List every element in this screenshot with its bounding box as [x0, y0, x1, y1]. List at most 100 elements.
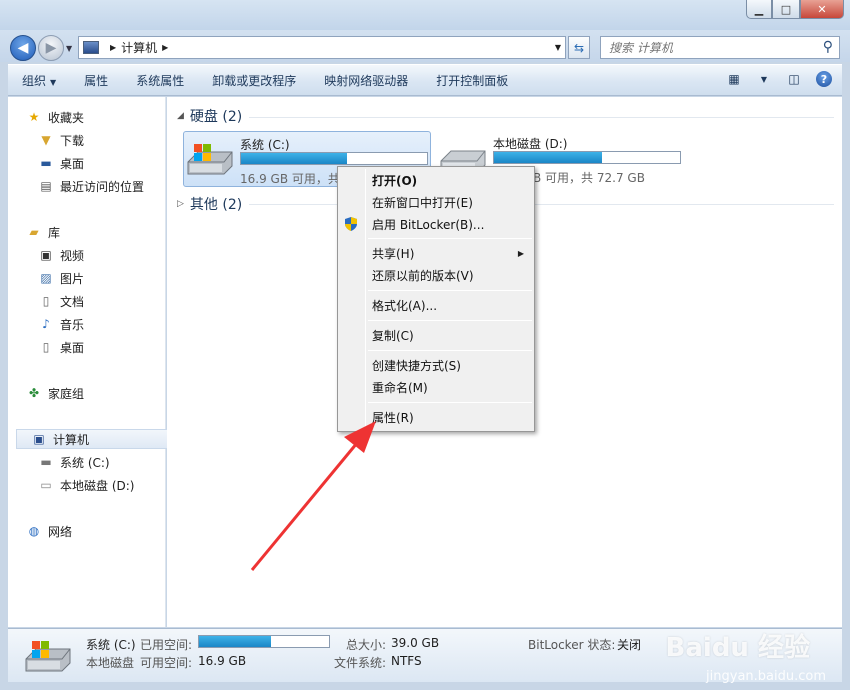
sidebar-item-music[interactable]: ♪ 音乐	[38, 314, 84, 334]
title-bar: ▁ □ ✕	[0, 0, 850, 30]
sidebar-item-network[interactable]: ◍ 网络	[26, 521, 72, 541]
music-icon: ♪	[42, 317, 50, 331]
menu-item-open-new-window[interactable]: 在新窗口中打开(E)	[372, 194, 473, 211]
sidebar-item-desktop[interactable]: ▬ 桌面	[38, 153, 84, 173]
drive-usage-bar	[240, 152, 428, 165]
back-button[interactable]: ◀	[10, 35, 36, 61]
system-drive-icon	[184, 132, 236, 184]
detail-bitlocker-label: BitLocker 状态:	[528, 638, 616, 652]
menu-separator	[368, 290, 532, 291]
menu-item-restore-versions[interactable]: 还原以前的版本(V)	[372, 267, 474, 284]
shield-icon	[345, 217, 357, 231]
group-header-hard-disks[interactable]: ◢ 硬盘 (2)	[177, 106, 242, 126]
sidebar-item-documents[interactable]: ▯ 文档	[38, 291, 84, 311]
detail-drive-type: 本地磁盘	[86, 656, 135, 670]
arrow-right-icon: ▶	[45, 40, 57, 56]
desktop-icon: ▬	[40, 156, 52, 170]
address-history-dropdown[interactable]: ▼	[555, 43, 561, 52]
sidebar-item-computer[interactable]: ▣ 计算机	[16, 429, 172, 449]
recent-places-icon: ▤	[40, 179, 52, 193]
arrow-left-icon: ◀	[17, 40, 29, 56]
detail-free-value: 16.9 GB	[198, 654, 247, 668]
menu-item-create-shortcut[interactable]: 创建快捷方式(S)	[372, 357, 461, 374]
window-controls: ▁ □ ✕	[746, 0, 844, 19]
minimize-button[interactable]: ▁	[746, 0, 772, 19]
sidebar-item-downloads[interactable]: ▼ 下载	[38, 130, 84, 150]
system-properties-button[interactable]: 系统属性	[122, 72, 198, 89]
map-drive-button[interactable]: 映射网络驱动器	[310, 72, 422, 89]
drive-usage-bar	[493, 151, 681, 164]
menu-separator	[368, 402, 532, 403]
picture-icon: ▨	[40, 271, 52, 285]
address-bar[interactable]: ▶ 计算机 ▶ ▼	[78, 36, 566, 59]
menu-separator	[368, 320, 532, 321]
menu-item-copy[interactable]: 复制(C)	[372, 327, 414, 344]
forward-button[interactable]: ▶	[38, 35, 64, 61]
computer-icon: ▣	[33, 432, 45, 446]
refresh-button[interactable]: ⇆	[568, 36, 590, 59]
context-menu: 打开(O) 在新窗口中打开(E) 启用 BitLocker(B)... 共享(H…	[337, 166, 535, 432]
menu-item-bitlocker[interactable]: 启用 BitLocker(B)...	[372, 216, 484, 233]
menu-separator	[368, 350, 532, 351]
maximize-button[interactable]: □	[772, 0, 800, 19]
sidebar-item-videos[interactable]: ▣ 视频	[38, 245, 84, 265]
sidebar-item-pictures[interactable]: ▨ 图片	[38, 268, 84, 288]
sidebar-item-favorites[interactable]: ★ 收藏夹	[26, 107, 84, 127]
search-input[interactable]	[609, 40, 809, 55]
group-header-other[interactable]: ▷ 其他 (2)	[177, 194, 242, 214]
chevron-right-icon[interactable]: ▶	[110, 43, 116, 52]
uninstall-button[interactable]: 卸载或更改程序	[198, 72, 310, 89]
navigation-pane: ★ 收藏夹 ▼ 下载 ▬ 桌面 ▤ 最近访问的位置 ▰ 库 ▣ 视频 ▨ 图片 ▯ 文档 ♪ 音乐…	[8, 97, 172, 627]
recent-pages-dropdown[interactable]: ▼	[66, 44, 72, 53]
menu-item-open[interactable]: 打开(O)	[372, 172, 417, 189]
group-divider	[249, 117, 834, 118]
close-button[interactable]: ✕	[800, 0, 844, 19]
view-options-icon[interactable]: ▦	[726, 71, 742, 87]
sidebar-item-drive-c[interactable]: ▬ 系统 (C:)	[38, 452, 109, 472]
search-icon[interactable]: ⚲	[823, 39, 833, 55]
drive-usage-fill	[494, 152, 602, 163]
detail-total-value: 39.0 GB	[391, 636, 440, 650]
hard-drive-icon: ▭	[40, 478, 52, 492]
document-icon: ▯	[42, 294, 50, 308]
chevron-right-icon[interactable]: ▶	[162, 43, 168, 52]
sidebar-item-lib-desktop[interactable]: ▯ 桌面	[38, 337, 84, 357]
breadcrumb-computer[interactable]: 计算机	[121, 39, 157, 56]
menu-item-format[interactable]: 格式化(A)...	[372, 297, 437, 314]
properties-button[interactable]: 属性	[70, 72, 122, 89]
downloads-folder-icon: ▼	[41, 133, 51, 147]
menu-item-rename[interactable]: 重命名(M)	[372, 379, 428, 396]
view-dropdown[interactable]: ▼	[756, 71, 772, 87]
drive-name: 本地磁盘 (D:)	[493, 137, 568, 151]
system-drive-icon: ▬	[40, 455, 52, 469]
sidebar-item-drive-d[interactable]: ▭ 本地磁盘 (D:)	[38, 475, 134, 495]
detail-bitlocker-value: 关闭	[617, 638, 642, 652]
detail-free-label: 可用空间:	[140, 656, 193, 670]
organize-menu[interactable]: 组织 ▼	[8, 72, 70, 89]
sidebar-item-recent[interactable]: ▤ 最近访问的位置	[38, 176, 144, 196]
drive-usage-fill	[241, 153, 348, 164]
control-panel-button[interactable]: 打开控制面板	[422, 72, 522, 89]
sidebar-item-libraries[interactable]: ▰ 库	[26, 222, 60, 242]
watermark-logo: Baidu 经验	[665, 633, 810, 663]
command-bar: 组织 ▼ 属性 系统属性 卸载或更改程序 映射网络驱动器 打开控制面板 ▦ ▼ ◫…	[8, 64, 842, 96]
computer-icon	[83, 41, 99, 54]
preview-pane-icon[interactable]: ◫	[786, 71, 802, 87]
expand-icon: ▷	[177, 199, 184, 209]
address-row: ◀ ▶ ▼ ▶ 计算机 ▶ ▼ ⇆ ⚲	[0, 30, 850, 62]
help-icon[interactable]: ?	[816, 71, 832, 87]
refresh-icon: ⇆	[573, 40, 585, 55]
menu-gutter	[365, 169, 366, 429]
menu-item-share[interactable]: 共享(H)	[372, 245, 414, 262]
detail-fs-value: NTFS	[391, 654, 422, 668]
drive-free-space: 16.9 GB 可用，共	[240, 172, 340, 186]
submenu-arrow-icon: ▶	[517, 249, 524, 258]
sidebar-item-homegroup[interactable]: ✤ 家庭组	[26, 383, 84, 403]
menu-separator	[368, 238, 532, 239]
search-box[interactable]: ⚲	[600, 36, 840, 59]
drive-name: 系统 (C:)	[240, 138, 290, 152]
system-drive-icon	[25, 641, 71, 672]
drive-free-space: B 可用，共 72.7 GB	[533, 171, 645, 185]
annotation-arrow	[250, 421, 376, 571]
detail-used-label: 已用空间:	[140, 638, 193, 652]
